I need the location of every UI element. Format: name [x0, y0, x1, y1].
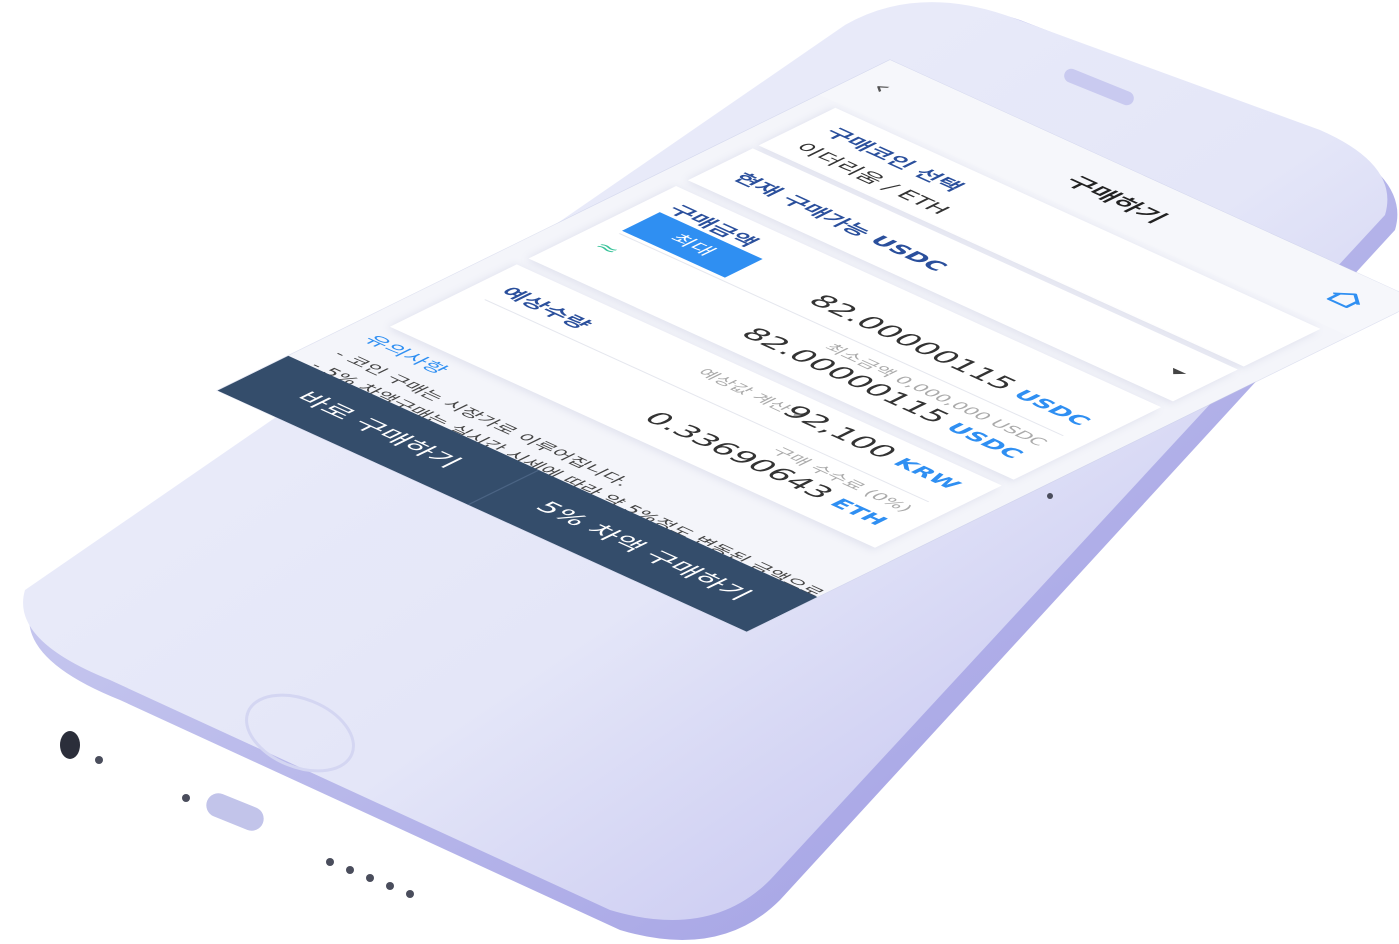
krw-amount-unit: KRW [887, 455, 967, 493]
approx-icon: ≈ [587, 238, 627, 258]
stage: ‹ 구매하기 구매코인 선택 이더리움 / ETH 현재 구매가능 USDC 구… [0, 0, 1399, 944]
expected-label: 예상수량 [494, 284, 597, 332]
chevron-down-icon[interactable] [1166, 367, 1187, 378]
